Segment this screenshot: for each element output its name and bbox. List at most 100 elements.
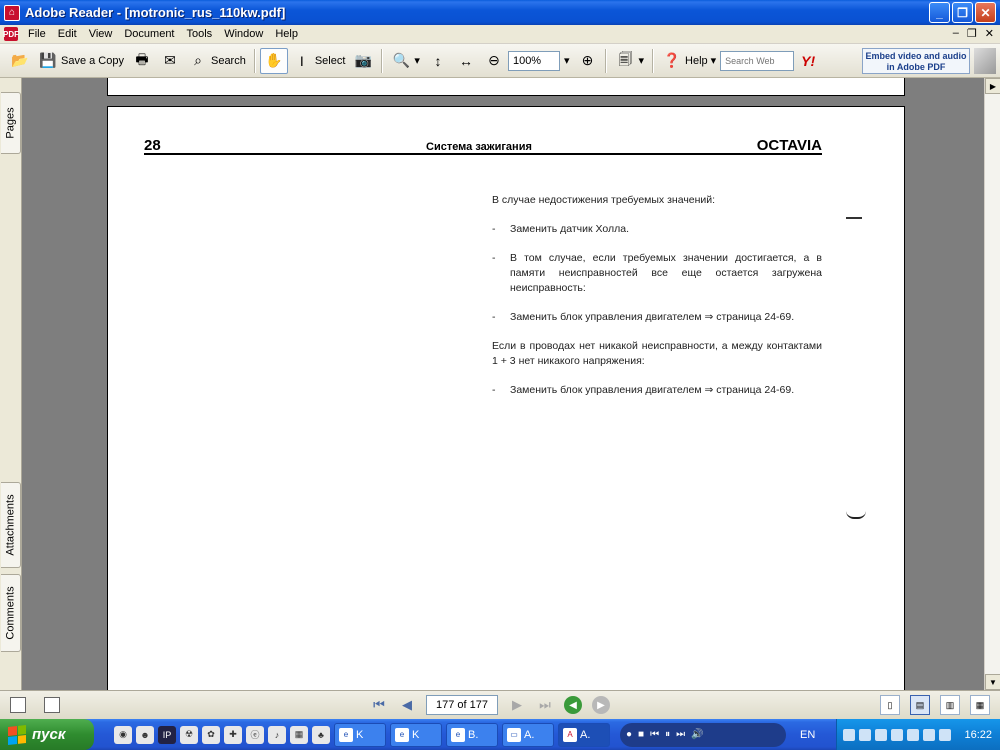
tray-icon[interactable] <box>891 728 903 741</box>
last-page-button[interactable]: ⏭ <box>536 696 554 714</box>
email-button[interactable]: ✉ <box>156 48 184 74</box>
hand-tool-button[interactable]: ✋ <box>259 47 288 74</box>
tab-comments[interactable]: Comments <box>1 574 21 652</box>
zoom-dropdown-button[interactable]: ▾ <box>560 48 574 74</box>
quick-launch-icon[interactable]: ◉ <box>114 725 132 744</box>
save-copy-button[interactable]: 💾 Save a Copy <box>34 48 128 74</box>
document-info-icon[interactable] <box>44 697 60 713</box>
quick-launch-icon[interactable]: IP <box>158 725 176 744</box>
adobe-reader-icon: ⌂ <box>4 4 20 21</box>
media-player-bar[interactable]: ● ■ ⏮ ⏸ ⏭ 🔊 <box>620 722 786 747</box>
chevron-down-icon: ▾ <box>710 55 717 67</box>
open-button[interactable]: 📂 <box>6 48 34 74</box>
start-button[interactable]: пуск <box>0 719 94 750</box>
taskbar-item-adobe[interactable]: A A. <box>558 722 610 747</box>
text-cursor-icon: I <box>299 52 304 69</box>
menu-window[interactable]: Window <box>218 28 269 40</box>
taskbar-item-ie-1[interactable]: eK <box>334 722 386 747</box>
continuous-facing-view-button[interactable]: ▦ <box>970 695 990 715</box>
facing-view-button[interactable]: ▥ <box>940 695 960 715</box>
zoom-level-select[interactable]: 100% <box>507 50 560 71</box>
taskbar-item-ie-3[interactable]: e B. <box>446 722 498 747</box>
doc-restore-button[interactable]: ❐ <box>967 27 977 40</box>
email-icon: ✉ <box>164 52 176 68</box>
stop-icon[interactable]: ■ <box>638 729 644 740</box>
previous-view-button[interactable]: ◀ <box>564 696 582 714</box>
minimize-button[interactable]: _ <box>929 2 950 23</box>
zoom-in-button[interactable]: ⊕ <box>573 48 601 74</box>
scroll-up-arrow-icon[interactable]: ▶ <box>985 78 1000 94</box>
single-page-view-button[interactable]: ▯ <box>880 695 900 715</box>
volume-icon[interactable]: 🔊 <box>691 729 703 740</box>
quick-launch-icon[interactable]: ♣ <box>312 725 330 744</box>
fit-width-button[interactable]: ↔ <box>452 48 480 74</box>
tab-pages[interactable]: Pages <box>1 92 21 154</box>
page-view-icon: 🗐 <box>618 50 633 67</box>
taskbar-item-ie-2[interactable]: eK <box>390 722 442 747</box>
toolbar-separator <box>605 48 608 73</box>
doc-minimize-button[interactable]: – <box>953 27 959 40</box>
tray-icon[interactable] <box>859 728 871 741</box>
next-page-button[interactable]: ▶ <box>508 696 526 714</box>
select-tool-button[interactable]: I Select <box>288 48 350 74</box>
tray-icon[interactable] <box>875 728 887 741</box>
help-icon: ❓ <box>663 52 681 68</box>
yahoo-button[interactable]: Y! <box>794 48 822 74</box>
restore-button[interactable]: ❐ <box>952 2 973 23</box>
previous-page-button[interactable]: ◀ <box>398 696 416 714</box>
embed-video-ad[interactable]: Embed video and audio in Adobe PDF <box>862 48 970 74</box>
page-size-icon[interactable] <box>10 697 26 713</box>
clock: 16:22 <box>964 728 992 741</box>
rotate-view-button[interactable]: 🗐 ▾ <box>611 48 648 74</box>
tray-icon[interactable] <box>939 728 951 741</box>
menu-file[interactable]: File <box>22 28 52 40</box>
quick-launch-icon[interactable]: ✿ <box>202 725 220 744</box>
snapshot-button[interactable]: 📷 <box>349 48 377 74</box>
binoculars-icon: ⌕ <box>194 52 202 68</box>
menu-edit[interactable]: Edit <box>52 28 83 40</box>
zoom-out-button[interactable]: ⊖ <box>480 48 508 74</box>
quick-launch-icon[interactable]: ☻ <box>136 725 154 744</box>
menu-tools[interactable]: Tools <box>181 28 219 40</box>
page-number-field[interactable]: 177 of 177 <box>426 695 498 715</box>
doc-close-button[interactable]: ✕ <box>985 27 994 40</box>
help-button[interactable]: ❓ Help ▾ <box>658 48 720 74</box>
search-button[interactable]: ⌕ Search <box>184 48 250 74</box>
tray-icon[interactable] <box>843 728 855 741</box>
quick-launch-icon[interactable]: ▦ <box>290 725 308 744</box>
search-web-input[interactable] <box>720 50 795 71</box>
yahoo-icon: Y! <box>801 52 816 69</box>
list-item: - Заменить блок управления двигателем ⇒ … <box>492 311 795 323</box>
continuous-view-button[interactable]: ▤ <box>910 695 930 715</box>
toolbar-separator <box>381 48 384 73</box>
first-page-button[interactable]: ⏮ <box>370 696 388 714</box>
fit-page-button[interactable]: ↕ <box>424 48 452 74</box>
next-view-button[interactable]: ▶ <box>592 696 610 714</box>
menu-help[interactable]: Help <box>269 28 304 40</box>
pause-icon[interactable]: ⏸ <box>665 729 670 740</box>
print-button[interactable]: 🖶 <box>128 48 156 74</box>
close-button[interactable]: ✕ <box>975 2 996 23</box>
previous-track-icon[interactable]: ⏮ <box>650 729 659 740</box>
vertical-scrollbar[interactable]: ▶ ▼ <box>984 78 1000 690</box>
quick-launch-icon[interactable]: ♪ <box>268 725 286 744</box>
ad-page-curl-icon[interactable] <box>974 48 996 74</box>
tray-icon[interactable] <box>907 728 919 741</box>
scroll-down-arrow-icon[interactable]: ▼ <box>985 674 1000 690</box>
quick-launch-icon[interactable]: ⓔ <box>246 725 264 744</box>
menu-document[interactable]: Document <box>118 28 180 40</box>
zoom-tool-button[interactable]: 🔍 ▾ <box>387 48 424 74</box>
menu-view[interactable]: View <box>83 28 119 40</box>
tray-icon[interactable] <box>923 728 935 741</box>
taskbar-item-folder[interactable]: ▭ A. <box>502 722 554 747</box>
quick-launch-icon[interactable]: ☢ <box>180 725 198 744</box>
page-header: 28 Система зажигания OCTAVIA <box>144 137 822 155</box>
quick-launch-icon[interactable]: ✚ <box>224 725 242 744</box>
folder-icon: 📂 <box>11 52 29 68</box>
next-track-icon[interactable]: ⏭ <box>676 729 685 740</box>
tab-attachments[interactable]: Attachments <box>1 482 21 568</box>
language-indicator[interactable]: EN <box>800 729 815 741</box>
pdf-document-icon[interactable]: PDF <box>3 27 19 41</box>
document-view[interactable]: 28 Система зажигания OCTAVIA В случае не… <box>22 78 984 690</box>
quick-launch: ◉ ☻ IP ☢ ✿ ✚ ⓔ ♪ ▦ ♣ <box>114 725 330 744</box>
